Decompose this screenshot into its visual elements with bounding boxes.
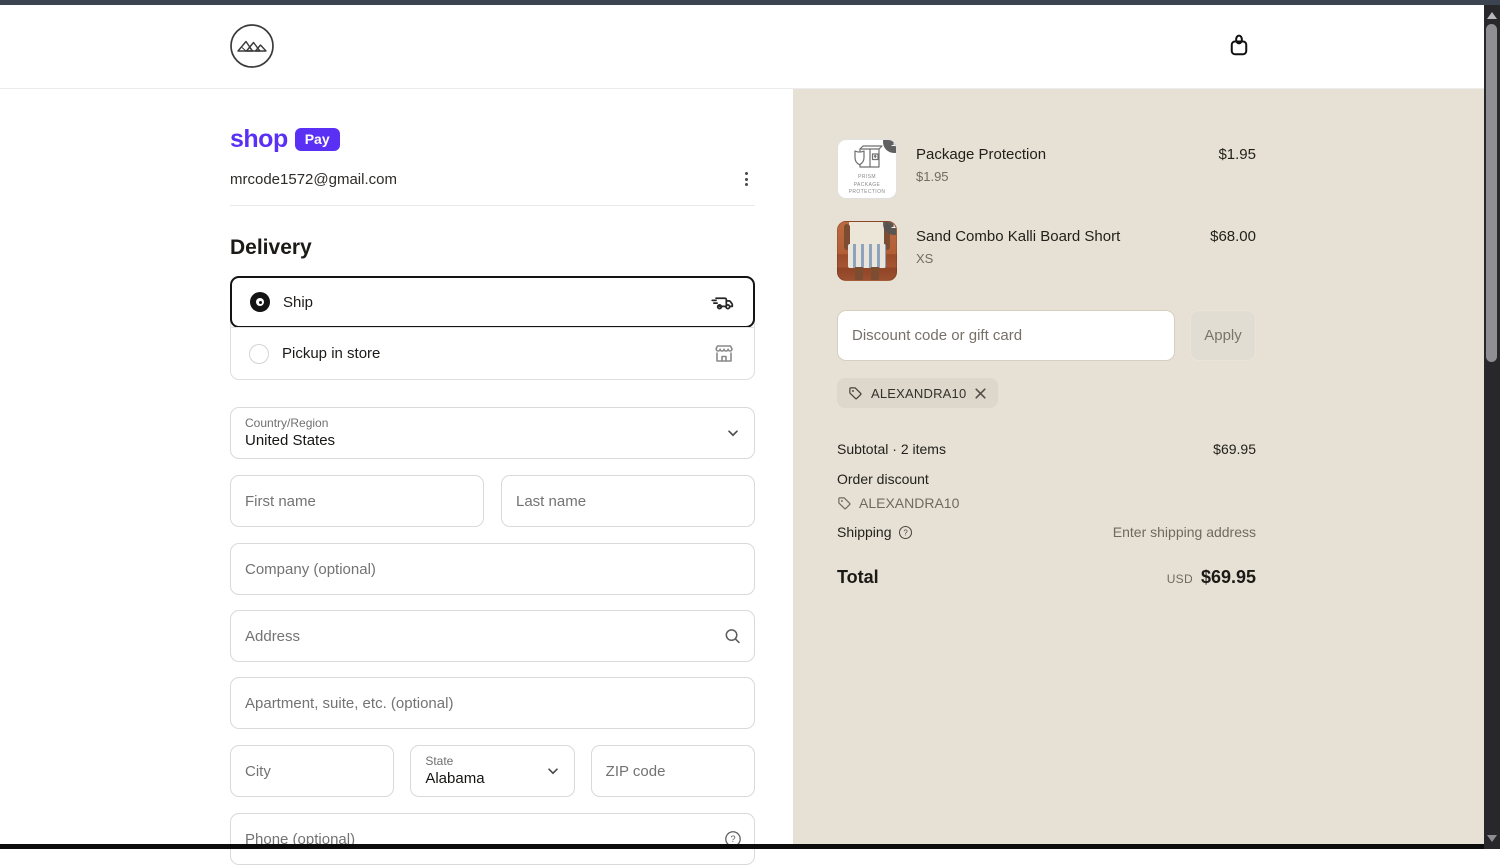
apartment-input[interactable]	[230, 677, 755, 729]
scroll-up-arrow[interactable]	[1487, 12, 1497, 19]
account-email-row: mrcode1572@gmail.com	[230, 168, 755, 190]
scrollbar-thumb[interactable]	[1486, 24, 1497, 362]
apply-discount-button[interactable]: Apply	[1190, 310, 1256, 361]
item-name: Sand Combo Kalli Board Short	[916, 228, 1191, 245]
remove-discount-icon[interactable]	[974, 387, 987, 400]
scroll-down-arrow[interactable]	[1487, 835, 1497, 842]
shop-pay-badge: Pay	[295, 128, 340, 151]
delivery-option-ship[interactable]: Ship	[230, 276, 755, 328]
item-price: $68.00	[1210, 221, 1256, 245]
cart-item-board-short: 1 Sand Combo Kalli Board Short XS $68.00	[837, 221, 1256, 281]
mountain-logo-icon	[228, 22, 276, 70]
country-label: Country/Region	[245, 416, 740, 430]
chevron-down-icon	[546, 764, 560, 778]
checkout-page: shop Pay mrcode1572@gmail.com Delivery S…	[0, 5, 1484, 849]
cart-item-package-protection: 1 PRISM PACKAGE PROTECTION Package Pro	[837, 139, 1256, 199]
shipping-label: Shipping	[837, 524, 892, 540]
totals-section: Subtotal · 2 items $69.95 Order discount…	[837, 441, 1256, 588]
state-label: State	[425, 754, 559, 768]
browser-bottom-edge	[0, 844, 1484, 849]
delivery-method-group: Ship Pickup	[230, 276, 755, 380]
item-variant: XS	[916, 251, 1191, 266]
account-email: mrcode1572@gmail.com	[230, 171, 397, 188]
item-variant: $1.95	[916, 169, 1199, 184]
order-discount-code-row: ALEXANDRA10	[837, 495, 1256, 511]
ship-option-label: Ship	[283, 294, 709, 311]
order-discount-label: Order discount	[837, 471, 929, 487]
tag-icon	[848, 386, 863, 401]
shopping-bag-icon	[1224, 31, 1254, 61]
truck-icon	[709, 289, 735, 315]
pickup-radio[interactable]	[249, 344, 269, 364]
ship-radio[interactable]	[250, 292, 270, 312]
city-input[interactable]	[230, 745, 394, 797]
shipping-help-icon[interactable]: ?	[898, 525, 913, 540]
country-select[interactable]: Country/Region United States	[230, 407, 755, 459]
checkout-form-pane: shop Pay mrcode1572@gmail.com Delivery S…	[0, 89, 793, 849]
state-value: Alabama	[425, 770, 559, 787]
address-input[interactable]	[230, 610, 755, 662]
tag-icon	[837, 496, 852, 511]
applied-discount-code: ALEXANDRA10	[871, 386, 966, 401]
item-name: Package Protection	[916, 146, 1199, 163]
first-name-input[interactable]	[230, 475, 484, 527]
item-thumbnail: 1	[837, 221, 897, 281]
total-label: Total	[837, 567, 879, 588]
content-split: shop Pay mrcode1572@gmail.com Delivery S…	[0, 89, 1484, 849]
thumbnail-caption: PRISM PACKAGE PROTECTION	[844, 174, 890, 197]
phone-input[interactable]	[230, 813, 755, 865]
svg-text:?: ?	[903, 528, 908, 537]
vertical-scrollbar[interactable]	[1484, 5, 1500, 849]
shop-pay-wordmark: shop	[230, 127, 288, 152]
last-name-input[interactable]	[501, 475, 755, 527]
search-icon	[723, 627, 742, 646]
country-value: United States	[245, 432, 740, 449]
company-input[interactable]	[230, 543, 755, 595]
pickup-option-label: Pickup in store	[282, 345, 712, 362]
currency-code: USD	[1167, 572, 1193, 586]
store-icon	[712, 342, 736, 366]
discount-row: Apply	[837, 310, 1256, 361]
store-logo[interactable]	[228, 22, 276, 70]
applied-discount-pill: ALEXANDRA10	[837, 378, 998, 408]
package-shield-art	[847, 141, 887, 173]
delivery-heading: Delivery	[230, 236, 755, 260]
state-select[interactable]: State Alabama	[410, 745, 574, 797]
chevron-down-icon	[726, 426, 740, 440]
cart-button[interactable]	[1224, 31, 1254, 61]
account-menu-button[interactable]	[737, 170, 755, 188]
order-discount-code: ALEXANDRA10	[859, 495, 959, 511]
zip-input[interactable]	[591, 745, 755, 797]
total-value: $69.95	[1201, 567, 1256, 588]
item-thumbnail: 1 PRISM PACKAGE PROTECTION	[837, 139, 897, 199]
store-header	[0, 5, 1484, 89]
subtotal-value: $69.95	[1213, 441, 1256, 457]
section-divider	[230, 205, 755, 206]
browser-top-edge	[0, 0, 1500, 5]
shipping-value: Enter shipping address	[1113, 524, 1256, 540]
order-summary-pane: 1 PRISM PACKAGE PROTECTION Package Pro	[793, 89, 1484, 849]
product-photo-shirt	[849, 222, 885, 246]
item-price: $1.95	[1218, 139, 1256, 163]
subtotal-label: Subtotal · 2 items	[837, 441, 946, 457]
shop-pay-logo: shop Pay	[230, 125, 755, 153]
discount-code-input[interactable]	[837, 310, 1175, 361]
product-photo-shorts	[848, 244, 886, 268]
delivery-option-pickup[interactable]: Pickup in store	[231, 327, 754, 379]
